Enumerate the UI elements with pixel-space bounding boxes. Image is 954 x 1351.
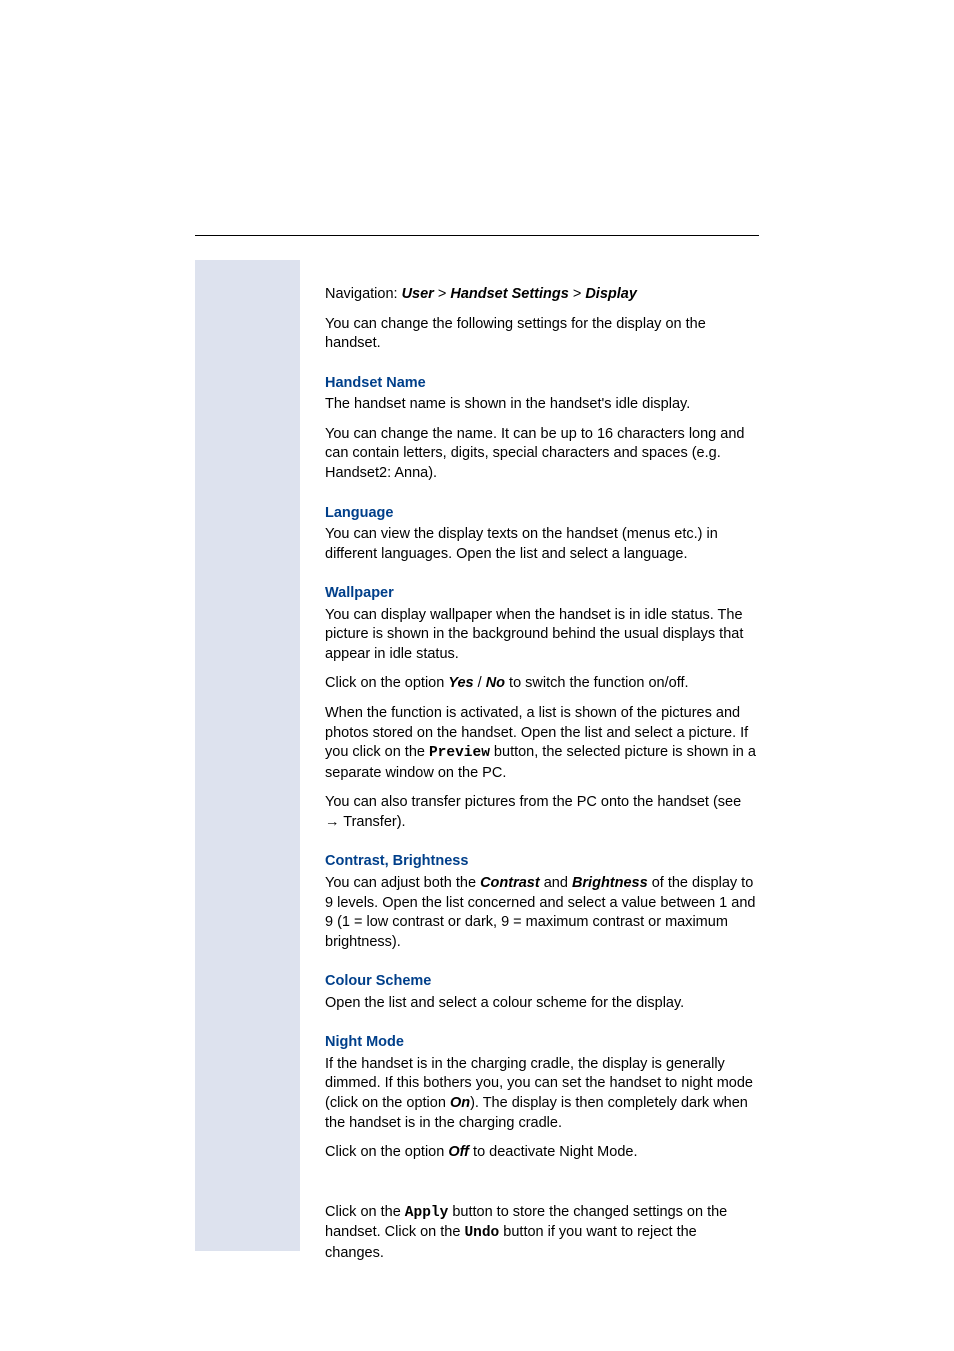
wallpaper-p1: You can display wallpaper when the hands… xyxy=(325,606,759,665)
brightness-label: Brightness xyxy=(572,875,648,891)
night-p1: If the handset is in the charging cradle… xyxy=(325,1055,759,1133)
sidebar-shade xyxy=(195,260,300,1251)
breadcrumb-prefix: Navigation: xyxy=(325,286,402,302)
night-p2b: to deactivate Night Mode. xyxy=(469,1144,637,1160)
language-p1: You can view the display texts on the ha… xyxy=(325,525,759,564)
contrast-p1: You can adjust both the Contrast and Bri… xyxy=(325,874,759,952)
wallpaper-p4b: Transfer). xyxy=(340,814,406,830)
intro-text: You can change the following settings fo… xyxy=(325,315,759,354)
breadcrumb-handset-settings: Handset Settings xyxy=(450,286,568,302)
arrow-icon: → xyxy=(325,814,340,830)
spacer xyxy=(325,1173,759,1203)
wallpaper-slash: / xyxy=(474,675,486,691)
night-p2a: Click on the option xyxy=(325,1144,448,1160)
horizontal-rule xyxy=(195,235,759,236)
heading-wallpaper: Wallpaper xyxy=(325,584,759,604)
option-yes: Yes xyxy=(448,675,473,691)
breadcrumb-sep2: > xyxy=(569,286,586,302)
content-columns: Navigation: User > Handset Settings > Di… xyxy=(195,260,759,1251)
contrast-label: Contrast xyxy=(480,875,540,891)
contrast-and: and xyxy=(540,875,572,891)
breadcrumb-sep1: > xyxy=(434,286,451,302)
option-on: On xyxy=(450,1095,470,1111)
wallpaper-p2a: Click on the option xyxy=(325,675,448,691)
breadcrumb: Navigation: User > Handset Settings > Di… xyxy=(325,285,759,305)
breadcrumb-user: User xyxy=(402,286,434,302)
wallpaper-p2b: to switch the function on/off. xyxy=(505,675,689,691)
contrast-p1a: You can adjust both the xyxy=(325,875,480,891)
night-p2: Click on the option Off to deactivate Ni… xyxy=(325,1143,759,1163)
undo-button-label: Undo xyxy=(464,1225,499,1241)
wallpaper-p4a: You can also transfer pictures from the … xyxy=(325,794,741,810)
footer-p1a: Click on the xyxy=(325,1204,405,1220)
option-no: No xyxy=(486,675,505,691)
option-off: Off xyxy=(448,1144,469,1160)
main-content: Navigation: User > Handset Settings > Di… xyxy=(300,260,759,1251)
handset-name-p2: You can change the name. It can be up to… xyxy=(325,425,759,484)
heading-night-mode: Night Mode xyxy=(325,1033,759,1053)
wallpaper-p2: Click on the option Yes / No to switch t… xyxy=(325,674,759,694)
colour-p1: Open the list and select a colour scheme… xyxy=(325,994,759,1014)
apply-button-label: Apply xyxy=(405,1205,449,1221)
heading-language: Language xyxy=(325,504,759,524)
page: Navigation: User > Handset Settings > Di… xyxy=(0,0,954,1351)
handset-name-p1: The handset name is shown in the handset… xyxy=(325,395,759,415)
wallpaper-p4: You can also transfer pictures from the … xyxy=(325,793,759,832)
breadcrumb-display: Display xyxy=(585,286,637,302)
heading-handset-name: Handset Name xyxy=(325,374,759,394)
heading-contrast-brightness: Contrast, Brightness xyxy=(325,852,759,872)
footer-p1: Click on the Apply button to store the c… xyxy=(325,1203,759,1264)
wallpaper-p3: When the function is activated, a list i… xyxy=(325,704,759,783)
preview-button-label: Preview xyxy=(429,745,490,761)
heading-colour-scheme: Colour Scheme xyxy=(325,972,759,992)
